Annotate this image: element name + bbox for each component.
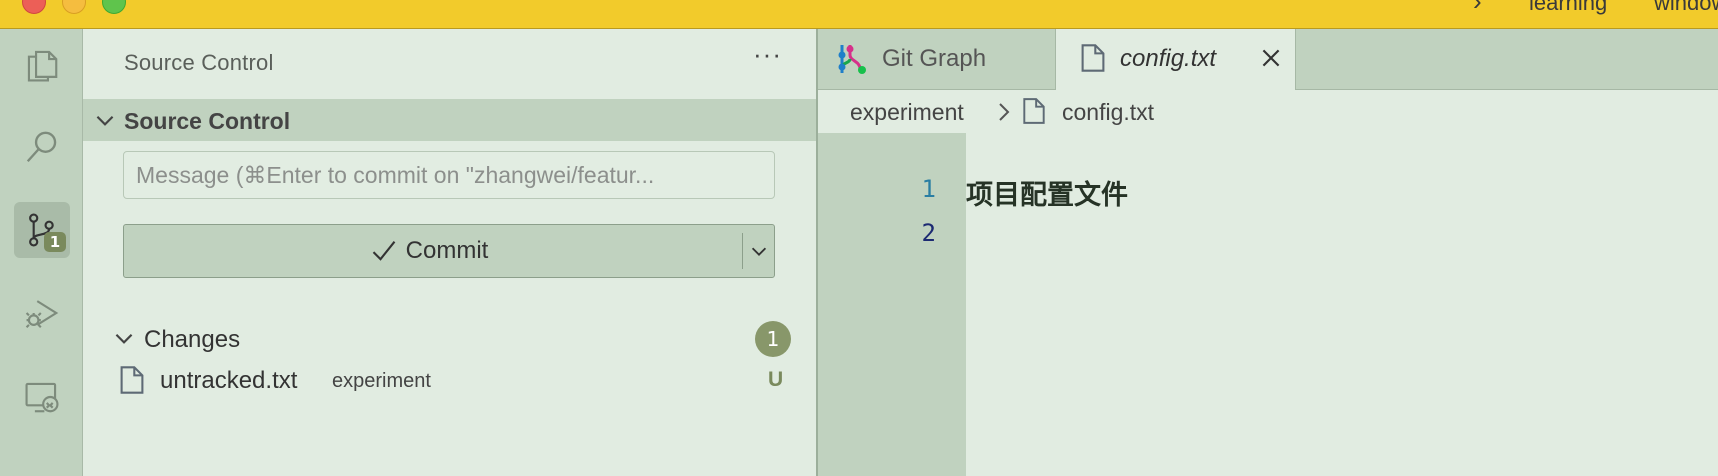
title-breadcrumb-separator: › <box>1473 0 1482 16</box>
check-icon <box>372 240 395 261</box>
commit-message-input[interactable] <box>123 151 775 199</box>
chevron-down-icon <box>751 247 767 256</box>
source-control-section-header[interactable]: Source Control <box>83 99 816 141</box>
breadcrumb-folder[interactable]: experiment <box>850 99 964 126</box>
activity-remote-explorer[interactable] <box>14 369 70 425</box>
breadcrumb-file[interactable]: config.txt <box>1062 99 1154 126</box>
activity-run-debug[interactable] <box>14 285 70 341</box>
activity-explorer[interactable] <box>14 37 70 93</box>
title-bar: › learning window <box>0 0 1718 29</box>
activity-search[interactable] <box>14 119 70 175</box>
section-title: Source Control <box>124 108 291 134</box>
sidebar-title: Source Control <box>124 50 274 75</box>
tab-bar: Git Graph config.txt <box>818 29 1718 90</box>
commit-button[interactable]: Commit <box>124 225 734 276</box>
changed-file-name: untracked.txt <box>160 367 298 394</box>
close-icon[interactable] <box>1258 45 1284 71</box>
code-line: 项目配置文件 <box>966 180 1128 211</box>
remote-explorer-icon <box>25 382 59 413</box>
code-editor[interactable]: 项目配置文件 <box>966 133 1718 476</box>
file-icon <box>120 366 144 394</box>
tab-label: config.txt <box>1120 45 1217 72</box>
line-number-gutter: 1 2 <box>818 133 966 476</box>
tab-config-txt[interactable]: config.txt <box>1056 29 1296 90</box>
breadcrumb: experiment config.txt <box>818 91 1718 131</box>
git-graph-icon <box>838 45 866 74</box>
changed-file-path: experiment <box>332 370 431 392</box>
maximize-window-button[interactable] <box>102 0 126 14</box>
chevron-right-icon <box>999 103 1010 121</box>
line-number: 2 <box>921 219 936 247</box>
chevron-down-icon <box>115 333 133 344</box>
activity-bar: 1 <box>0 29 83 476</box>
files-icon <box>27 50 58 82</box>
commit-button-label: Commit <box>405 236 489 264</box>
commit-button-divider <box>742 233 743 269</box>
file-icon <box>1081 44 1105 72</box>
file-icon <box>1023 98 1045 124</box>
source-control-sidebar: Source Control ··· Source Control Commit… <box>83 29 818 476</box>
changes-count-badge: 1 <box>755 321 791 357</box>
run-debug-icon <box>25 300 59 329</box>
changes-group-header[interactable]: Changes 1 <box>83 319 816 359</box>
tab-label: Git Graph <box>882 45 987 72</box>
activity-source-control[interactable]: 1 <box>14 202 70 258</box>
more-actions-button[interactable]: ··· <box>753 39 782 70</box>
tab-git-graph[interactable]: Git Graph <box>818 29 1056 89</box>
close-window-button[interactable] <box>22 0 46 14</box>
source-control-badge: 1 <box>44 232 66 252</box>
changes-title: Changes <box>144 326 241 353</box>
minimize-window-button[interactable] <box>62 0 86 14</box>
commit-dropdown-button[interactable] <box>744 225 774 276</box>
title-breadcrumb-item[interactable]: learning <box>1529 0 1607 16</box>
file-status-untracked: U <box>768 368 784 391</box>
commit-button-group: Commit <box>123 224 775 278</box>
changed-file-row[interactable]: untracked.txt experiment U <box>83 360 816 400</box>
chevron-down-icon <box>96 115 114 126</box>
search-icon <box>26 131 57 163</box>
line-number: 1 <box>921 175 936 203</box>
title-breadcrumb-item[interactable]: window <box>1654 0 1718 16</box>
editor-area: Git Graph config.txt experiment config.t… <box>818 29 1718 476</box>
